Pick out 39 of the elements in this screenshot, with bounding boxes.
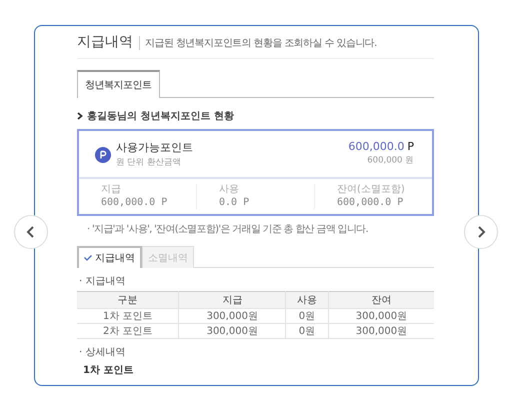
detail-item: 1차 포인트 [83,364,134,377]
tab[interactable]: 지급내역 [77,246,142,268]
table-cell: 300,000원 [328,308,434,324]
table-cell: 2차 포인트 [77,324,179,338]
next-button[interactable] [464,215,498,249]
table-cell: 300,000원 [328,324,434,338]
summary-value: 0.0 P [219,196,250,209]
table-cell: 0원 [286,308,328,324]
points-label: 사용가능포인트 [116,140,193,155]
summary-value: 600,000.0 P [337,196,404,209]
points-icon [95,146,111,162]
points-value: 600,000.0 [348,140,404,153]
converted-amount: 600,000 원 [366,154,414,166]
summary-label: 사용 [219,184,240,196]
column-header: 구분 [77,292,179,308]
points-unit: P [407,140,414,153]
section-label: · 지급내역 [79,275,126,288]
points-sublabel: 원 단위 환산금액 [116,156,182,168]
page-subtitle: 지급된 청년복지포인트의 현황을 조회하실 수 있습니다. [139,36,377,50]
tab[interactable]: 청년복지포인트 [77,70,160,98]
page-title: 지급내역 [77,33,133,51]
chevron-left-icon [26,225,36,239]
table-cell: 300,000원 [178,308,286,324]
footnote: · '지급'과 '사용', '잔여(소멸포함)'은 거래일 기준 총 합산 금액 입니다. [87,223,369,236]
column-header: 지급 [178,292,286,308]
summary-label: 지급 [101,184,122,196]
chevron-right-icon [476,225,486,239]
section-heading: 홍길동님의 청년복지포인트 현황 [87,110,234,123]
table-cell: 300,000원 [178,324,286,338]
summary-label: 잔여(소멸포함) [337,184,406,196]
chevron-right-icon [77,112,83,120]
section-label: · 상세내역 [79,346,126,359]
table-cell: 1차 포인트 [77,308,179,324]
column-header: 잔여 [328,292,434,308]
table-cell: 0원 [286,324,328,338]
previous-button[interactable] [14,215,48,249]
summary-value: 600,000.0 P [101,196,168,209]
column-header: 사용 [286,292,328,308]
check-icon [84,255,92,261]
